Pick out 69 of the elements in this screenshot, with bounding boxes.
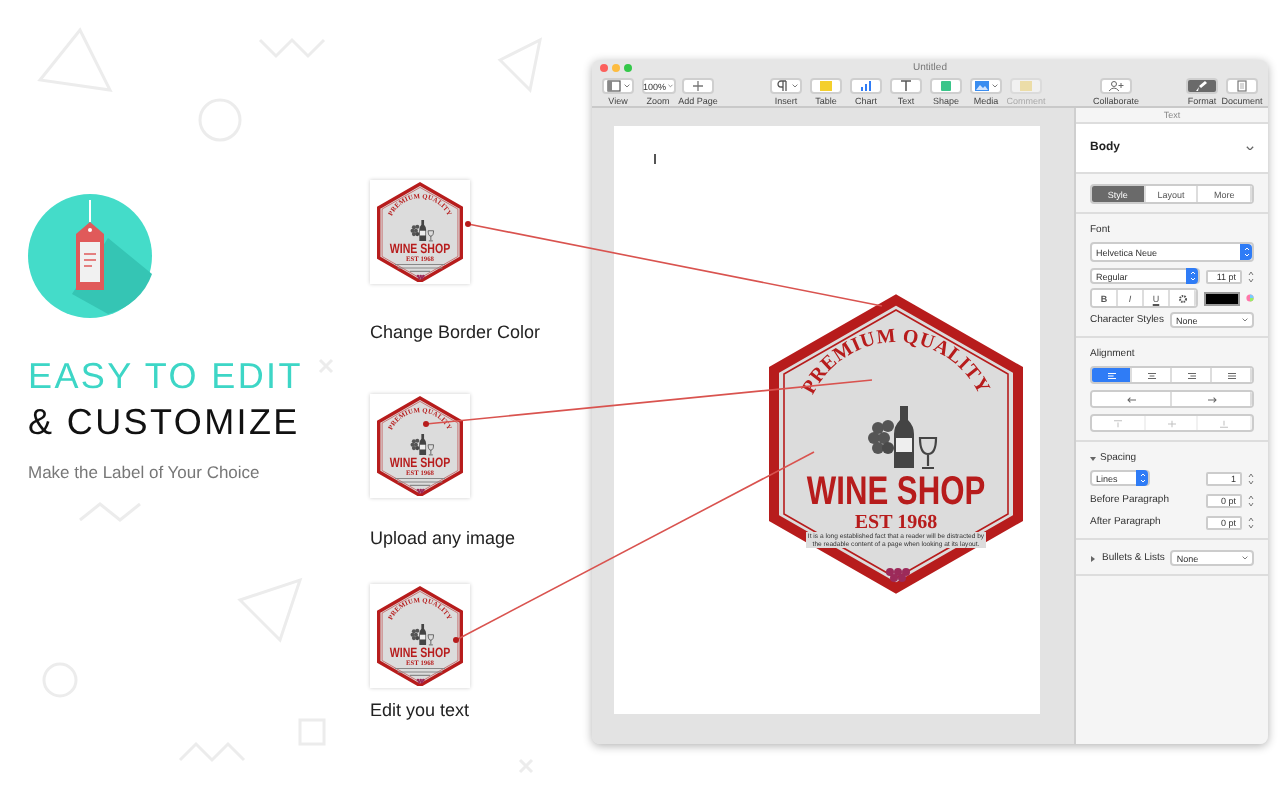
settings-icon — [1177, 293, 1187, 303]
grapes-icon — [416, 487, 425, 493]
wine-bottle-icon — [410, 623, 434, 645]
align-top-icon — [1111, 419, 1124, 427]
grapes-icon — [416, 273, 425, 279]
caret-icon — [668, 84, 673, 88]
image-icon — [974, 80, 990, 92]
align-left-icon — [1105, 371, 1117, 379]
caret-icon — [1246, 145, 1254, 151]
headline: & CUSTOMIZE — [28, 402, 300, 444]
document-icon — [1234, 80, 1250, 92]
wine-bottle-icon — [410, 219, 434, 241]
align-middle-icon — [1165, 419, 1177, 427]
stepper-icon[interactable] — [1248, 471, 1254, 485]
shape-icon — [938, 80, 954, 92]
chevron-icon — [1189, 270, 1195, 282]
alignment-button[interactable] — [1092, 368, 1132, 382]
text-cursor-icon — [654, 154, 656, 164]
add-button[interactable] — [682, 78, 714, 94]
plus-icon — [690, 80, 706, 92]
align-bottom-icon — [1218, 419, 1231, 427]
stepper-icon[interactable] — [1248, 493, 1254, 507]
text-button[interactable] — [890, 78, 922, 94]
text-lines-drawing — [394, 263, 446, 272]
align-right-icon — [1185, 371, 1197, 379]
pilcrow-icon — [774, 80, 790, 92]
text-lines-drawing — [394, 667, 446, 676]
zoom-button[interactable] — [624, 64, 632, 72]
format-button[interactable] — [1186, 78, 1218, 94]
disclosure-triangle-icon[interactable] — [1090, 555, 1096, 561]
bar-chart-icon — [858, 80, 874, 92]
sidebar-icon — [606, 80, 622, 92]
media-button[interactable] — [970, 78, 1002, 94]
feature-caption: Change Border Color — [370, 322, 541, 342]
feature-caption: Upload any image — [370, 528, 516, 548]
outdent-icon — [1125, 395, 1137, 403]
label-title: WINE SHOP — [806, 468, 986, 513]
color-wheel-icon[interactable] — [1246, 294, 1254, 302]
paintbrush-icon — [1194, 80, 1210, 92]
shape-button[interactable] — [930, 78, 962, 94]
grapes-icon — [416, 677, 425, 683]
stepper-icon[interactable] — [1248, 515, 1254, 529]
document-button[interactable] — [1226, 78, 1258, 94]
wine-bottle-icon — [868, 406, 938, 470]
align-justify-icon — [1225, 371, 1237, 379]
add-person-icon — [1108, 80, 1124, 92]
indent-icon — [1205, 395, 1217, 403]
grapes-icon — [886, 568, 910, 582]
view-button[interactable] — [602, 78, 634, 94]
collaborate-button[interactable] — [1100, 78, 1132, 94]
headline: EASY TO EDIT — [28, 356, 303, 398]
price-tag-icon — [28, 194, 152, 318]
stepper-icon[interactable] — [1248, 269, 1254, 283]
table-icon — [818, 80, 834, 92]
insert-button[interactable] — [770, 78, 802, 94]
label-year: EST 1968 — [854, 512, 938, 534]
chevron-icon — [1139, 472, 1145, 484]
color-well[interactable] — [1204, 291, 1240, 305]
text-icon — [898, 80, 914, 92]
text-lines-drawing — [394, 477, 446, 486]
feature-caption: Edit you text — [370, 700, 470, 720]
chevron-icon — [1243, 246, 1249, 258]
disclosure-triangle-icon[interactable] — [1090, 455, 1096, 461]
note-icon — [1018, 80, 1034, 92]
align-center-icon — [1145, 371, 1157, 379]
tagline-text: Make the Label of Your Choice — [28, 462, 260, 482]
close-button[interactable] — [600, 64, 608, 72]
wine-bottle-icon — [410, 433, 434, 455]
chart-button[interactable] — [850, 78, 882, 94]
